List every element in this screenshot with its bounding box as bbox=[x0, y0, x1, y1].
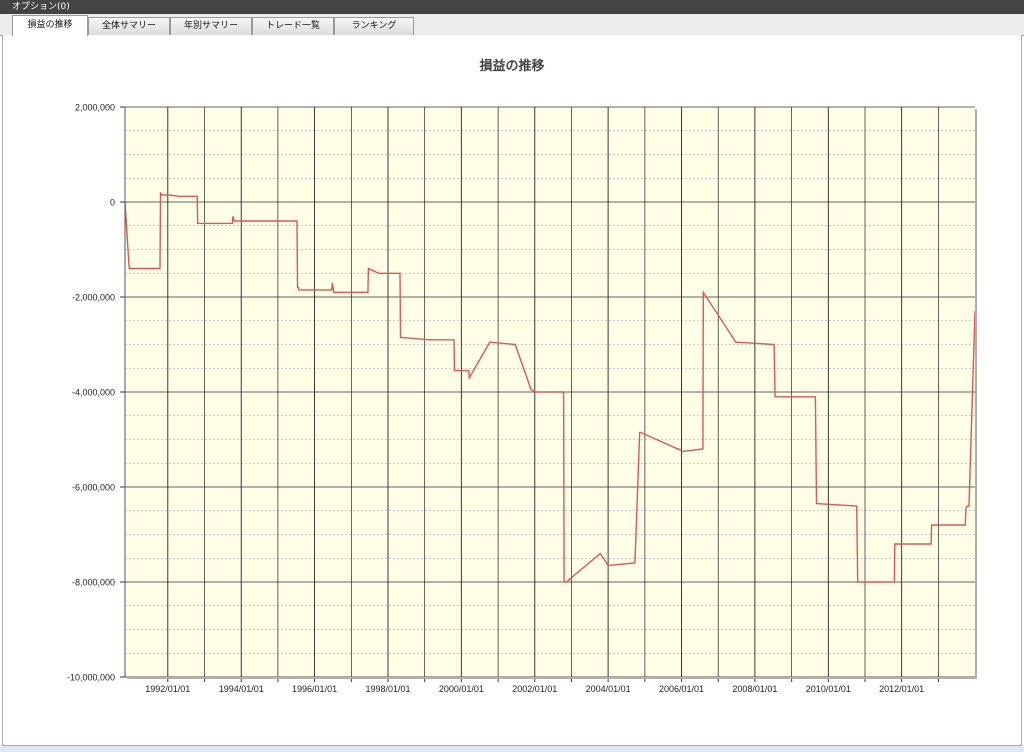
x-tick-label: 2006/01/01 bbox=[659, 684, 704, 694]
y-tick-label: 2,000,000 bbox=[75, 103, 115, 113]
y-tick-label: -8,000,000 bbox=[72, 578, 115, 588]
x-tick-label: 2012/01/01 bbox=[879, 684, 924, 694]
x-tick-label: 2002/01/01 bbox=[512, 684, 557, 694]
profit-chart: 損益の推移 2,000,000 0 -2,000,000 -4,000,000 -6,0… bbox=[67, 58, 977, 694]
status-strip bbox=[0, 746, 1024, 752]
y-tick-label: -4,000,000 bbox=[72, 388, 115, 398]
x-tick-label: 2010/01/01 bbox=[806, 684, 851, 694]
y-tick-label: 0 bbox=[110, 198, 115, 208]
tab-yearly-summary[interactable]: 年別サマリー bbox=[170, 17, 252, 35]
y-tick-label: -10,000,000 bbox=[67, 673, 115, 683]
x-tick-label: 2008/01/01 bbox=[732, 684, 777, 694]
options-menu[interactable]: オプション(0) bbox=[0, 2, 70, 12]
x-tick-label: 1992/01/01 bbox=[145, 684, 190, 694]
x-tick-label: 2000/01/01 bbox=[439, 684, 484, 694]
tab-trade-list[interactable]: トレード一覧 bbox=[252, 17, 334, 35]
y-tick-label: -2,000,000 bbox=[72, 293, 115, 303]
menu-bar: オプション(0) bbox=[0, 0, 1024, 14]
x-tick-label: 1994/01/01 bbox=[219, 684, 264, 694]
tab-overall-summary[interactable]: 全体サマリー bbox=[88, 17, 170, 35]
x-tick-label: 2004/01/01 bbox=[586, 684, 631, 694]
y-tick-label: -6,000,000 bbox=[72, 483, 115, 493]
tab-profit-transition[interactable]: 損益の推移 bbox=[12, 15, 88, 36]
chart-title: 損益の推移 bbox=[479, 58, 544, 74]
tab-strip: 損益の推移 全体サマリー 年別サマリー トレード一覧 ランキング bbox=[0, 14, 1024, 36]
tab-ranking[interactable]: ランキング bbox=[334, 17, 414, 35]
x-tick-label: 1998/01/01 bbox=[365, 684, 410, 694]
x-tick-label: 1996/01/01 bbox=[292, 684, 337, 694]
